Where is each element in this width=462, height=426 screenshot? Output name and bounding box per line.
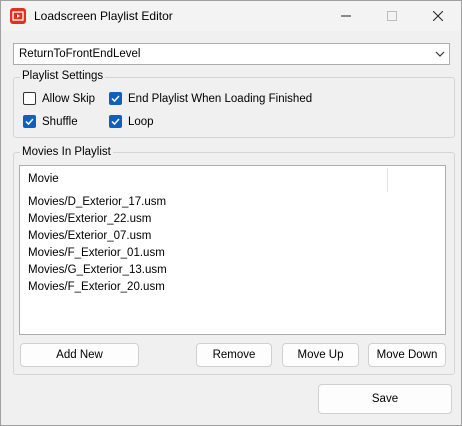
minimize-button[interactable] [323,1,369,31]
window-title: Loadscreen Playlist Editor [34,9,173,23]
end-playlist-checkbox[interactable]: End Playlist When Loading Finished [109,92,312,105]
column-divider[interactable] [387,168,388,192]
chevron-down-icon [435,51,445,57]
window: Loadscreen Playlist Editor ReturnToFront… [0,0,462,426]
minimize-icon [341,15,351,17]
move-up-button[interactable]: Move Up [282,343,359,367]
column-header-movie[interactable]: Movie [28,173,59,185]
save-button[interactable]: Save [318,384,452,414]
close-button[interactable] [415,1,461,31]
playlist-settings-title: Playlist Settings [20,70,106,82]
shuffle-label: Shuffle [42,115,78,128]
checkmark-icon [23,115,36,128]
list-item[interactable]: Movies/Exterior_22.usm [28,211,167,228]
checkmark-icon [109,92,122,105]
end-playlist-label: End Playlist When Loading Finished [128,92,313,105]
move-down-button[interactable]: Move Down [368,343,446,367]
allow-skip-checkbox[interactable]: Allow Skip [23,92,95,105]
maximize-icon [387,11,397,21]
playlist-settings-group [13,77,455,138]
shuffle-checkbox[interactable]: Shuffle [23,115,78,128]
allow-skip-label: Allow Skip [42,92,96,105]
add-new-button[interactable]: Add New [20,343,139,367]
checkbox-unchecked [23,92,36,105]
list-item[interactable]: Movies/F_Exterior_20.usm [28,279,167,296]
movies-title: Movies In Playlist [20,146,113,158]
list-item[interactable]: Movies/Exterior_07.usm [28,228,167,245]
remove-button[interactable]: Remove [196,343,272,367]
level-select-value: ReturnToFrontEndLevel [19,48,141,60]
movie-rows: Movies/D_Exterior_17.usm Movies/Exterior… [28,194,167,296]
title-bar[interactable]: Loadscreen Playlist Editor [1,1,461,31]
app-icon [10,8,26,24]
maximize-button[interactable] [369,1,415,31]
loop-checkbox[interactable]: Loop [109,115,154,128]
movie-list[interactable]: Movie Movies/D_Exterior_17.usm Movies/Ex… [19,165,446,335]
loop-label: Loop [128,115,154,128]
checkmark-icon [109,115,122,128]
level-select[interactable]: ReturnToFrontEndLevel [13,43,450,65]
list-item[interactable]: Movies/F_Exterior_01.usm [28,245,167,262]
list-item[interactable]: Movies/G_Exterior_13.usm [28,262,167,279]
list-item[interactable]: Movies/D_Exterior_17.usm [28,194,167,211]
close-icon [433,11,443,21]
